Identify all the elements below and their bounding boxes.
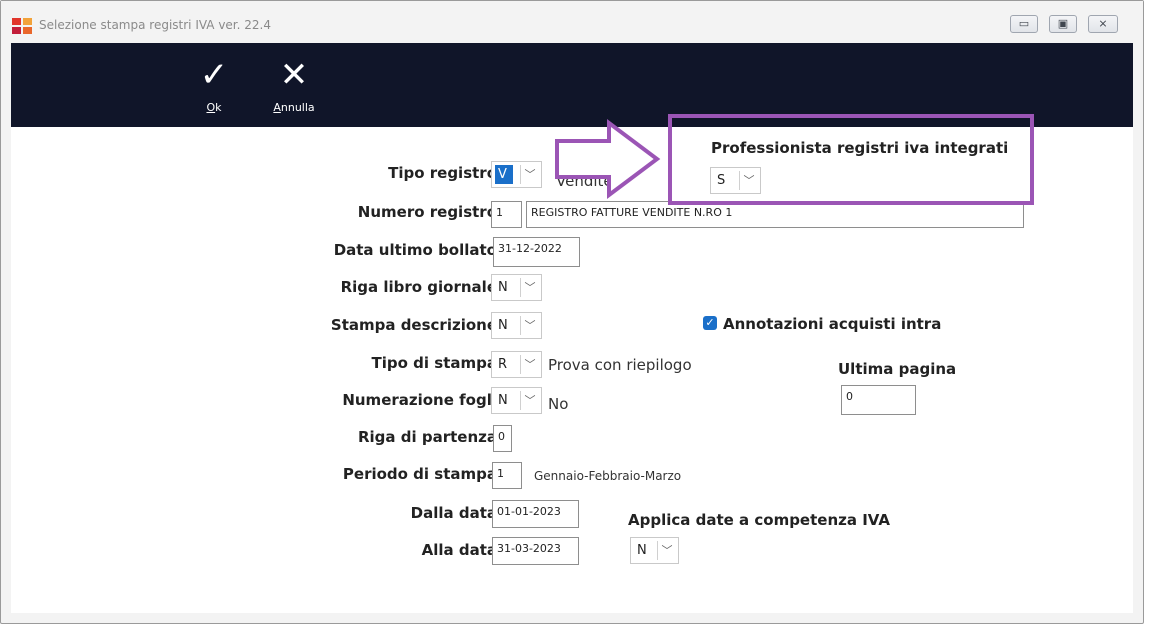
app-logo-icon: [12, 18, 32, 34]
annulla-label: Annulla: [273, 101, 315, 114]
window-title: Selezione stampa registri IVA ver. 22.4: [39, 18, 271, 32]
numerazione-fogli-label: Numerazione fogli: [342, 391, 497, 409]
data-ultimo-bollato-input[interactable]: 31-12-2022: [493, 237, 580, 267]
tipo-stampa-label: Tipo di stampa: [371, 354, 497, 372]
applica-label: Applica date a competenza IVA: [628, 511, 890, 529]
periodo-label: Periodo di stampa: [342, 465, 497, 483]
numerazione-fogli-desc: No: [548, 395, 569, 413]
annulla-button[interactable]: ✕ Annulla: [259, 55, 329, 117]
riga-libro-label: Riga libro giornale: [340, 278, 497, 296]
annotazioni-label: Annotazioni acquisti intra: [723, 315, 942, 333]
ok-label: Ok: [206, 101, 222, 114]
alla-data-label: Alla data: [421, 541, 497, 559]
tipo-stampa-select[interactable]: R ﹀: [491, 351, 542, 378]
alla-data-input[interactable]: 31-03-2023: [492, 537, 579, 565]
dalla-data-label: Dalla data: [410, 504, 497, 522]
highlight-box: [668, 114, 1034, 205]
numerazione-fogli-value: N: [498, 393, 508, 408]
riga-partenza-label: Riga di partenza: [357, 428, 497, 446]
ultima-pagina-input[interactable]: 0: [841, 385, 916, 415]
numero-registro-input[interactable]: 1: [491, 201, 522, 228]
chevron-down-icon: ﹀: [520, 391, 539, 410]
close-button[interactable]: ⨯: [1088, 15, 1118, 33]
minimize-button[interactable]: ▭: [1010, 15, 1038, 33]
minimize-icon: ▭: [1018, 17, 1030, 30]
chevron-down-icon: ﹀: [657, 541, 676, 560]
maximize-button[interactable]: ▣: [1049, 15, 1077, 33]
annotation-arrow-icon: [555, 119, 661, 199]
chevron-down-icon: ﹀: [520, 355, 539, 374]
numero-registro-label: Numero registro: [357, 203, 497, 221]
numerazione-fogli-select[interactable]: N ﹀: [491, 387, 542, 414]
checkmark-icon: ✓: [199, 55, 229, 95]
tipo-registro-value: V: [495, 165, 513, 184]
stampa-descrizione-select[interactable]: N ﹀: [491, 312, 542, 339]
checkmark-icon: ✓: [705, 316, 715, 329]
riga-libro-value: N: [498, 280, 508, 295]
annotazioni-checkbox[interactable]: ✓: [703, 316, 717, 330]
stampa-descrizione-value: N: [498, 318, 508, 333]
applica-value: N: [637, 543, 647, 558]
maximize-icon: ▣: [1057, 17, 1069, 30]
periodo-desc: Gennaio-Febbraio-Marzo: [534, 469, 682, 483]
ok-button[interactable]: ✓ Ok: [179, 55, 249, 117]
tipo-registro-select[interactable]: V ﹀: [491, 161, 542, 188]
stampa-descrizione-label: Stampa descrizione: [330, 316, 497, 334]
close-x-icon: ✕: [279, 55, 309, 95]
title-bar: Selezione stampa registri IVA ver. 22.4 …: [1, 1, 1143, 41]
close-icon: ⨯: [1098, 17, 1108, 30]
numero-registro-desc[interactable]: REGISTRO FATTURE VENDITE N.RO 1: [526, 201, 1024, 228]
riga-libro-select[interactable]: N ﹀: [491, 274, 542, 301]
applica-select[interactable]: N ﹀: [630, 537, 679, 564]
riga-partenza-input[interactable]: 0: [493, 425, 512, 452]
dalla-data-input[interactable]: 01-01-2023: [492, 500, 579, 528]
tipo-registro-label: Tipo registro: [388, 164, 497, 182]
tipo-stampa-desc: Prova con riepilogo: [548, 356, 692, 374]
main-window: Selezione stampa registri IVA ver. 22.4 …: [0, 0, 1144, 624]
tipo-stampa-value: R: [498, 357, 508, 372]
periodo-input[interactable]: 1: [492, 462, 522, 489]
chevron-down-icon: ﹀: [520, 278, 539, 297]
chevron-down-icon: ﹀: [520, 316, 539, 335]
data-ultimo-bollato-label: Data ultimo bollato: [333, 241, 497, 259]
chevron-down-icon: ﹀: [520, 165, 539, 184]
ultima-pagina-label: Ultima pagina: [838, 360, 957, 378]
